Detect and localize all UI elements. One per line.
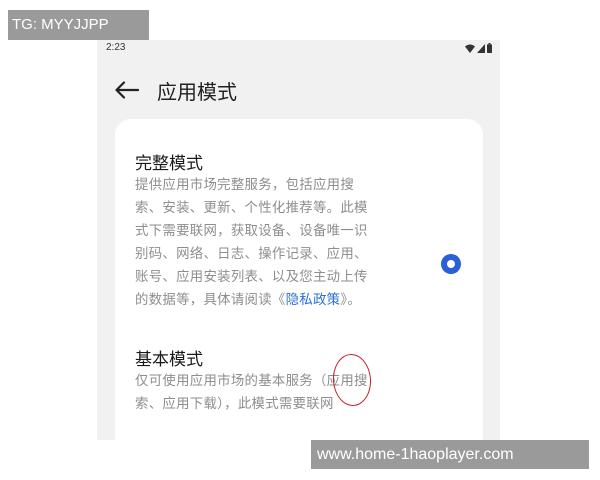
arrow-left-icon[interactable]	[114, 78, 140, 102]
privacy-policy-link[interactable]: 隐私政策	[286, 293, 341, 308]
wifi-icon	[465, 44, 475, 53]
app-bar: 应用模式	[97, 70, 500, 110]
mode-options-card: 完整模式 提供应用市场完整服务，包括应用搜 索、安装、更新、个性化推荐等。此模 …	[115, 119, 483, 440]
battery-icon	[487, 43, 492, 53]
option-description: 仅可使用应用市场的基本服务（应用搜 索、应用下载），此模式需要联网	[135, 370, 403, 416]
description-line: 的数据等，具体请阅读《隐私政策》。	[135, 289, 403, 312]
option-description: 提供应用市场完整服务，包括应用搜 索、安装、更新、个性化推荐等。此模 式下需要联…	[135, 174, 403, 312]
description-line: 提供应用市场完整服务，包括应用搜	[135, 178, 355, 193]
radio-dot	[447, 260, 455, 268]
status-icons	[465, 43, 492, 53]
watermark-bottom-right: www.home-1haoplayer.com	[311, 440, 589, 469]
signal-icon	[477, 44, 485, 53]
description-line: 账号、应用安装列表、以及您主动上传	[135, 270, 368, 285]
phone-screen: 2:23 应用模式 完整模式 提供应用市场完整服务，包括应用搜 索、安装、更新、…	[97, 40, 500, 440]
status-time: 2:23	[106, 42, 126, 53]
description-line: 索、安装、更新、个性化推荐等。此模	[135, 201, 368, 216]
watermark-top-left: TG: MYYJJPP	[8, 10, 149, 40]
description-line: 别码、网络、日志、操作记录、应用、	[135, 247, 368, 262]
description-text: 》。	[340, 293, 362, 308]
option-title: 完整模式	[135, 154, 203, 174]
description-line: 仅可使用应用市场的基本服务（应用搜	[135, 374, 368, 389]
page-title: 应用模式	[157, 80, 237, 104]
status-bar: 2:23	[97, 40, 500, 56]
description-text: 的数据等，具体请阅读《	[135, 293, 286, 308]
description-line: 索、应用下载），此模式需要联网	[135, 397, 334, 412]
description-line: 式下需要联网，获取设备、设备唯一识	[135, 224, 368, 239]
option-title: 基本模式	[135, 350, 203, 370]
radio-full-mode[interactable]	[441, 254, 461, 274]
